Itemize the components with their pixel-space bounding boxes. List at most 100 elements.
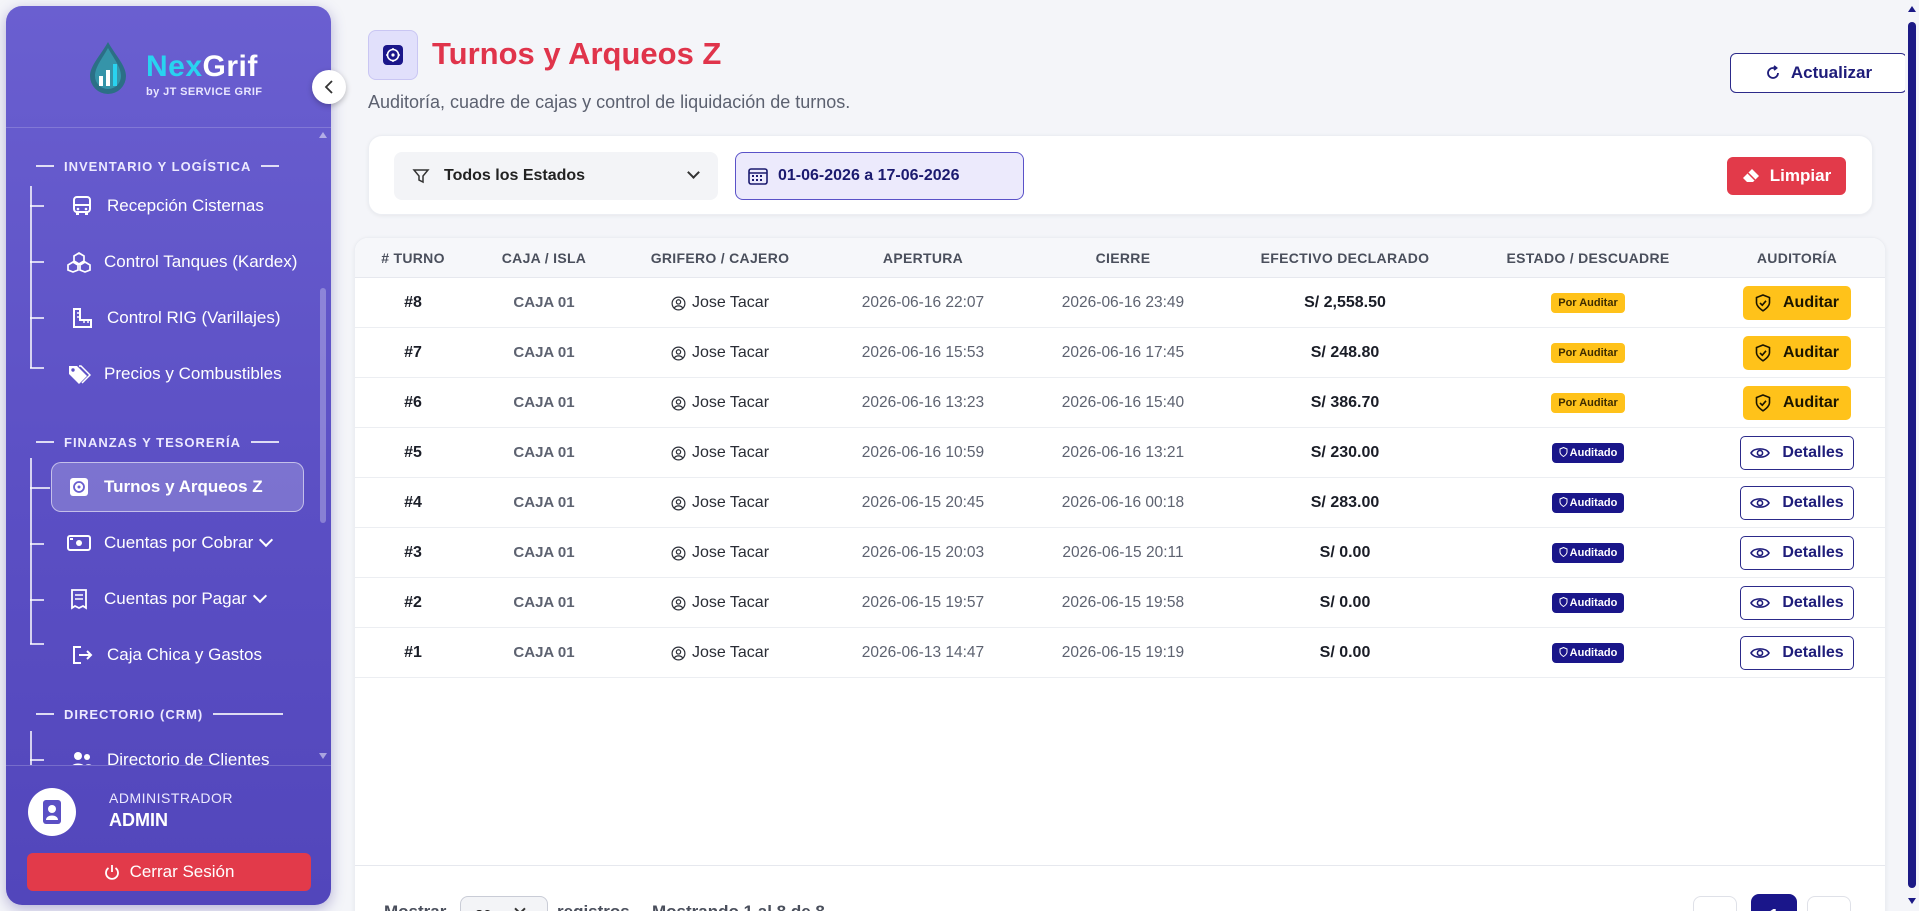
refresh-button[interactable]: Actualizar: [1730, 53, 1907, 93]
exit-icon: [69, 642, 95, 668]
details-button[interactable]: Detalles: [1740, 536, 1854, 570]
status-badge: Por Auditar: [1551, 392, 1625, 413]
cashier-name: Jose Tacar: [691, 544, 770, 561]
action-label: Auditar: [1783, 394, 1839, 411]
clear-filters-button[interactable]: Limpiar: [1727, 157, 1846, 195]
sidebar-item-label: Turnos y Arqueos Z: [104, 477, 263, 496]
shield-icon: [1559, 646, 1568, 657]
cubes-icon: [66, 249, 92, 275]
user-circle-icon: [671, 396, 686, 410]
records-summary: Mostrando 1 al 8 de 8: [652, 902, 825, 911]
details-button[interactable]: Detalles: [1740, 436, 1854, 470]
filter-bar: Todos los Estados 01-06-2026 a 17-06-202…: [368, 135, 1873, 215]
refresh-label: Actualizar: [1790, 63, 1873, 82]
page-1-button[interactable]: 1: [1751, 894, 1797, 911]
cashier-name: Jose Tacar: [691, 394, 770, 411]
chevron-down-icon[interactable]: [259, 532, 274, 548]
cell-apertura: 2026-06-16 10:59: [861, 444, 985, 461]
page-size-select[interactable]: 20: [460, 896, 548, 911]
sidebar-item-turnos-arqueos[interactable]: Turnos y Arqueos Z: [51, 462, 304, 512]
section-title: DIRECTORIO (CRM): [64, 706, 204, 722]
cell-efectivo: S/ 0.00: [1319, 544, 1371, 561]
details-button[interactable]: Detalles: [1740, 486, 1854, 520]
cashier-name: Jose Tacar: [691, 294, 770, 311]
page-scroll-thumb[interactable]: [1908, 22, 1916, 888]
vault-icon: [66, 474, 92, 500]
cell-cierre: 2026-06-16 13:21: [1061, 444, 1185, 461]
cell-efectivo: S/ 386.70: [1310, 394, 1380, 411]
details-button[interactable]: Detalles: [1740, 636, 1854, 670]
cell-user: Jose Tacar: [635, 378, 805, 428]
action-label: Detalles: [1782, 594, 1844, 611]
sidebar-item-recepcion-cisternas[interactable]: Recepción Cisternas: [69, 186, 264, 226]
sidebar-item-control-tanques[interactable]: Control Tanques (Kardex): [66, 242, 297, 282]
prev-page-button[interactable]: [1693, 896, 1737, 911]
date-range-value: 01-06-2026 a 17-06-2026: [778, 167, 960, 184]
next-page-button[interactable]: [1807, 896, 1851, 911]
brand[interactable]: NexGrif by JT SERVICE GRIF: [6, 6, 331, 128]
audit-button[interactable]: Auditar: [1743, 386, 1851, 420]
status-badge: Auditado: [1551, 592, 1625, 613]
table-row: #7 CAJA 01 Jose Tacar 2026-06-16 15:53 2026-…: [355, 328, 1885, 378]
tree-tick: [30, 261, 44, 263]
page-scroll-down[interactable]: [1908, 898, 1916, 904]
sidebar-scrollbar[interactable]: [320, 138, 326, 748]
page-scroll-up[interactable]: [1908, 6, 1916, 12]
sidebar-scroll-down[interactable]: [319, 753, 327, 759]
col-auditoria-header: AUDITORÍA: [1756, 250, 1838, 266]
section-title: FINANZAS Y TESORERÍA: [64, 434, 241, 450]
cashier-name: Jose Tacar: [691, 644, 770, 661]
eye-icon: [1750, 498, 1771, 508]
cell-turno: #2: [404, 594, 422, 611]
user-name: ADMIN: [109, 810, 168, 830]
tree-tick: [30, 487, 50, 489]
eye-icon: [1750, 598, 1771, 608]
shifts-table: # TURNO CAJA / ISLA GRIFERO / CAJERO APERTU…: [354, 237, 1886, 911]
section-title: INVENTARIO Y LOGÍSTICA: [64, 158, 252, 174]
details-button[interactable]: Detalles: [1740, 586, 1854, 620]
status-badge: Por Auditar: [1551, 342, 1625, 363]
col-cierre-header: CIERRE: [1095, 250, 1151, 266]
sidebar-scroll-thumb[interactable]: [320, 288, 326, 523]
receipt-icon: [66, 586, 92, 612]
cell-apertura: 2026-06-15 20:03: [861, 544, 985, 561]
tree-tick: [30, 205, 44, 207]
audit-button[interactable]: Auditar: [1743, 336, 1851, 370]
page-scrollbar[interactable]: [1905, 0, 1919, 911]
cell-estado: Por Auditar: [1488, 378, 1688, 428]
sidebar-item-precios-combustibles[interactable]: Precios y Combustibles: [66, 354, 282, 394]
sidebar-item-directorio-clientes[interactable]: Directorio de Clientes: [69, 740, 270, 765]
status-filter-select[interactable]: Todos los Estados: [394, 152, 718, 200]
brand-name-part1: Nex: [146, 50, 203, 83]
calendar-icon: [748, 168, 768, 185]
cell-cierre: 2026-06-15 20:11: [1062, 544, 1184, 561]
date-range-input[interactable]: 01-06-2026 a 17-06-2026: [735, 152, 1024, 200]
sidebar-item-cuentas-pagar[interactable]: Cuentas por Pagar: [66, 579, 267, 619]
status-text: Por Auditar: [1558, 396, 1618, 409]
logout-button[interactable]: Cerrar Sesión: [27, 853, 311, 891]
cell-estado: Auditado: [1488, 628, 1688, 678]
sidebar-item-cuentas-cobrar[interactable]: Cuentas por Cobrar: [66, 523, 274, 563]
sidebar-collapse-button[interactable]: [312, 70, 346, 104]
chevron-down-icon[interactable]: [252, 588, 267, 604]
cash-icon: [66, 530, 92, 556]
table-row: #1 CAJA 01 Jose Tacar 2026-06-13 14:47 2026-…: [355, 628, 1885, 678]
sidebar-item-label: Cuentas por Pagar: [104, 589, 247, 608]
cell-estado: Por Auditar: [1488, 278, 1688, 328]
sidebar-item-control-rig[interactable]: Control RIG (Varillajes): [69, 298, 281, 338]
user-circle-icon: [671, 596, 686, 610]
status-badge: Auditado: [1551, 642, 1625, 663]
cell-user: Jose Tacar: [635, 328, 805, 378]
eye-icon: [1750, 548, 1771, 558]
logout-label: Cerrar Sesión: [129, 862, 235, 881]
records-label: registros: [557, 902, 630, 911]
avatar[interactable]: [28, 788, 76, 836]
cell-user: Jose Tacar: [635, 428, 805, 478]
sidebar-item-caja-chica[interactable]: Caja Chica y Gastos: [69, 635, 262, 675]
sidebar-item-label: Caja Chica y Gastos: [107, 645, 262, 664]
cell-caja: CAJA 01: [513, 294, 575, 311]
col-caja-header: CAJA / ISLA: [501, 250, 587, 266]
cell-user: Jose Tacar: [635, 528, 805, 578]
audit-button[interactable]: Auditar: [1743, 286, 1851, 320]
cell-efectivo: S/ 230.00: [1310, 444, 1380, 461]
